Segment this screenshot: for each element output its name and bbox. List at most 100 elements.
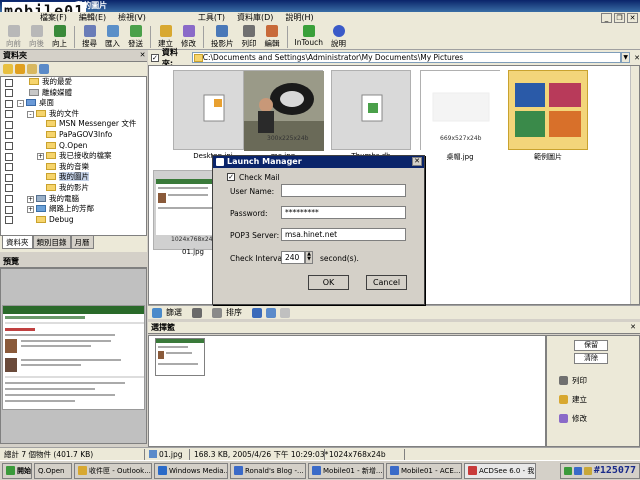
tree-checkbox[interactable] <box>5 120 13 129</box>
forward-button[interactable]: 向後 <box>25 24 48 49</box>
dialog-close-button[interactable]: ✕ <box>412 157 422 166</box>
task-mobile01-ace[interactable]: Mobile01 - ACE... <box>386 462 462 479</box>
tree-item-music[interactable]: 我的音樂 <box>1 162 146 173</box>
folder-tree[interactable]: 我的最愛 離線媒體 - 桌面 - 我的文件 MSN Messenger 文件 PaP… <box>0 76 147 236</box>
tree-checkbox[interactable] <box>5 173 13 182</box>
expand-icon[interactable]: + <box>37 153 44 161</box>
check-mail-checkbox[interactable]: ✓ <box>227 173 235 181</box>
refresh-icon[interactable] <box>266 307 276 318</box>
tray-icon[interactable] <box>573 466 582 475</box>
up-button[interactable]: 向上 <box>48 24 71 49</box>
tree-checkbox[interactable] <box>5 131 13 140</box>
selection-close-icon[interactable]: ✕ <box>630 323 636 331</box>
expand-icon[interactable]: + <box>27 206 34 214</box>
menu-file[interactable]: 檔案(F) <box>34 12 73 24</box>
tray-icon[interactable] <box>583 466 592 475</box>
collapse-icon[interactable]: - <box>17 100 24 108</box>
selection-print-action[interactable]: 列印 <box>559 375 587 386</box>
file-thumb-thumbs-db[interactable] <box>331 70 411 150</box>
find-icon[interactable] <box>39 64 49 74</box>
tree-item-videos[interactable]: 我的影片 <box>1 183 146 194</box>
print-button[interactable]: 列印 <box>238 24 261 49</box>
collapse-icon[interactable]: - <box>27 110 34 118</box>
restore-button[interactable]: ❐ <box>614 13 625 23</box>
slideshow-button[interactable]: 投影片 <box>207 24 238 49</box>
cancel-button[interactable]: Cancel <box>366 275 407 290</box>
create-button[interactable]: 建立 <box>154 24 177 49</box>
tree-checkbox[interactable] <box>5 216 13 225</box>
tree-item-my-computer[interactable]: + 我的電腦 <box>1 194 146 205</box>
folder-thumb-sample-pictures[interactable] <box>508 70 588 150</box>
tree-item-papago[interactable]: PaPaGOV3Info <box>1 130 146 141</box>
interval-field[interactable]: 240 <box>281 251 305 264</box>
menu-tools[interactable]: 工具(T) <box>192 12 231 24</box>
tree-item-offline-media[interactable]: 離線媒體 <box>1 88 146 99</box>
task-media-player[interactable]: Windows Media... <box>154 462 228 479</box>
task-outlook[interactable]: 收件匣 - Outlook... <box>74 462 152 479</box>
pop3-server-field[interactable]: msa.hinet.net <box>281 228 406 241</box>
selection-create-action[interactable]: 建立 <box>559 394 587 405</box>
select-all-icon[interactable] <box>252 307 262 318</box>
minimize-button[interactable]: _ <box>601 13 612 23</box>
selection-edit-action[interactable]: 修改 <box>559 413 587 424</box>
tree-checkbox[interactable] <box>5 195 13 204</box>
start-button[interactable]: 開始 <box>2 462 32 479</box>
tree-item-favorites[interactable]: 我的最愛 <box>1 77 146 88</box>
menu-view[interactable]: 檢視(V) <box>112 12 152 24</box>
tab-categories[interactable]: 類別目錄 <box>32 236 71 249</box>
help-button[interactable]: 說明 <box>327 24 350 49</box>
tab-folders[interactable]: 資料夾 <box>2 236 33 249</box>
folders-close-icon[interactable]: ✕ <box>138 51 147 60</box>
selection-basket[interactable] <box>148 335 546 447</box>
task-acdsee[interactable]: ACDSee 6.0 - 我... <box>464 462 536 479</box>
expand-icon[interactable]: + <box>27 195 34 203</box>
folder-icon[interactable] <box>3 64 13 74</box>
tray-icon[interactable] <box>563 466 572 475</box>
task-qopen[interactable]: Q.Open <box>34 462 72 479</box>
close-button[interactable]: ✕ <box>627 13 638 23</box>
tree-item-pictures[interactable]: 我的圖片 <box>1 172 146 183</box>
menu-database[interactable]: 資料庫(D) <box>231 12 279 24</box>
task-blog[interactable]: Ronald's Blog -... <box>230 462 306 479</box>
filter-button[interactable]: 篩選 <box>166 307 182 318</box>
path-checkbox[interactable]: ✓ <box>151 53 159 62</box>
path-close-icon[interactable]: ✕ <box>634 54 640 62</box>
selection-thumb[interactable] <box>155 338 205 376</box>
intouch-button[interactable]: InTouch <box>291 24 328 49</box>
tree-item-network[interactable]: + 網路上的芳鄰 <box>1 204 146 215</box>
back-button[interactable]: 向前 <box>2 24 25 49</box>
tree-checkbox[interactable] <box>5 99 13 108</box>
document-icon[interactable] <box>280 307 290 318</box>
task-mobile01-new[interactable]: Mobile01 - 新增... <box>308 462 384 479</box>
password-field[interactable]: ********* <box>281 206 406 219</box>
edit-button[interactable]: 修改 <box>177 24 200 49</box>
tree-checkbox[interactable] <box>5 142 13 151</box>
sort-button[interactable]: 排序 <box>226 307 242 318</box>
tree-checkbox[interactable] <box>5 89 13 98</box>
dialog-titlebar[interactable]: Launch Manager <box>213 156 424 168</box>
file-list-scrollbar[interactable] <box>630 66 639 304</box>
user-name-field[interactable] <box>281 184 406 197</box>
search-button[interactable]: 搜尋 <box>78 24 101 49</box>
path-dropdown-icon[interactable]: ▼ <box>621 52 631 63</box>
tree-checkbox[interactable] <box>5 152 13 161</box>
file-thumb-desktop-ini[interactable] <box>173 70 253 150</box>
tree-checkbox[interactable] <box>5 78 13 87</box>
clear-button[interactable]: 清除 <box>574 353 608 364</box>
tree-checkbox[interactable] <box>5 110 13 119</box>
tab-calendar[interactable]: 月曆 <box>70 236 94 249</box>
import-button[interactable]: 匯入 <box>101 24 124 49</box>
tree-item-qopen[interactable]: Q.Open <box>1 141 146 152</box>
send-button[interactable]: 發送 <box>124 24 147 49</box>
menu-edit[interactable]: 編輯(E) <box>73 12 112 24</box>
favorites-icon[interactable] <box>15 64 25 74</box>
tree-item-desktop[interactable]: - 桌面 <box>1 98 146 109</box>
tree-checkbox[interactable] <box>5 184 13 193</box>
path-input[interactable]: C:\Documents and Settings\Administrator\… <box>191 52 622 63</box>
editor-button[interactable]: 編輯 <box>261 24 284 49</box>
keep-button[interactable]: 保留 <box>574 340 608 351</box>
tree-checkbox[interactable] <box>5 205 13 214</box>
interval-spinner-icon[interactable]: ▲ ▼ <box>305 251 313 264</box>
ok-button[interactable]: OK <box>308 275 349 290</box>
menu-help[interactable]: 說明(H) <box>279 12 319 24</box>
